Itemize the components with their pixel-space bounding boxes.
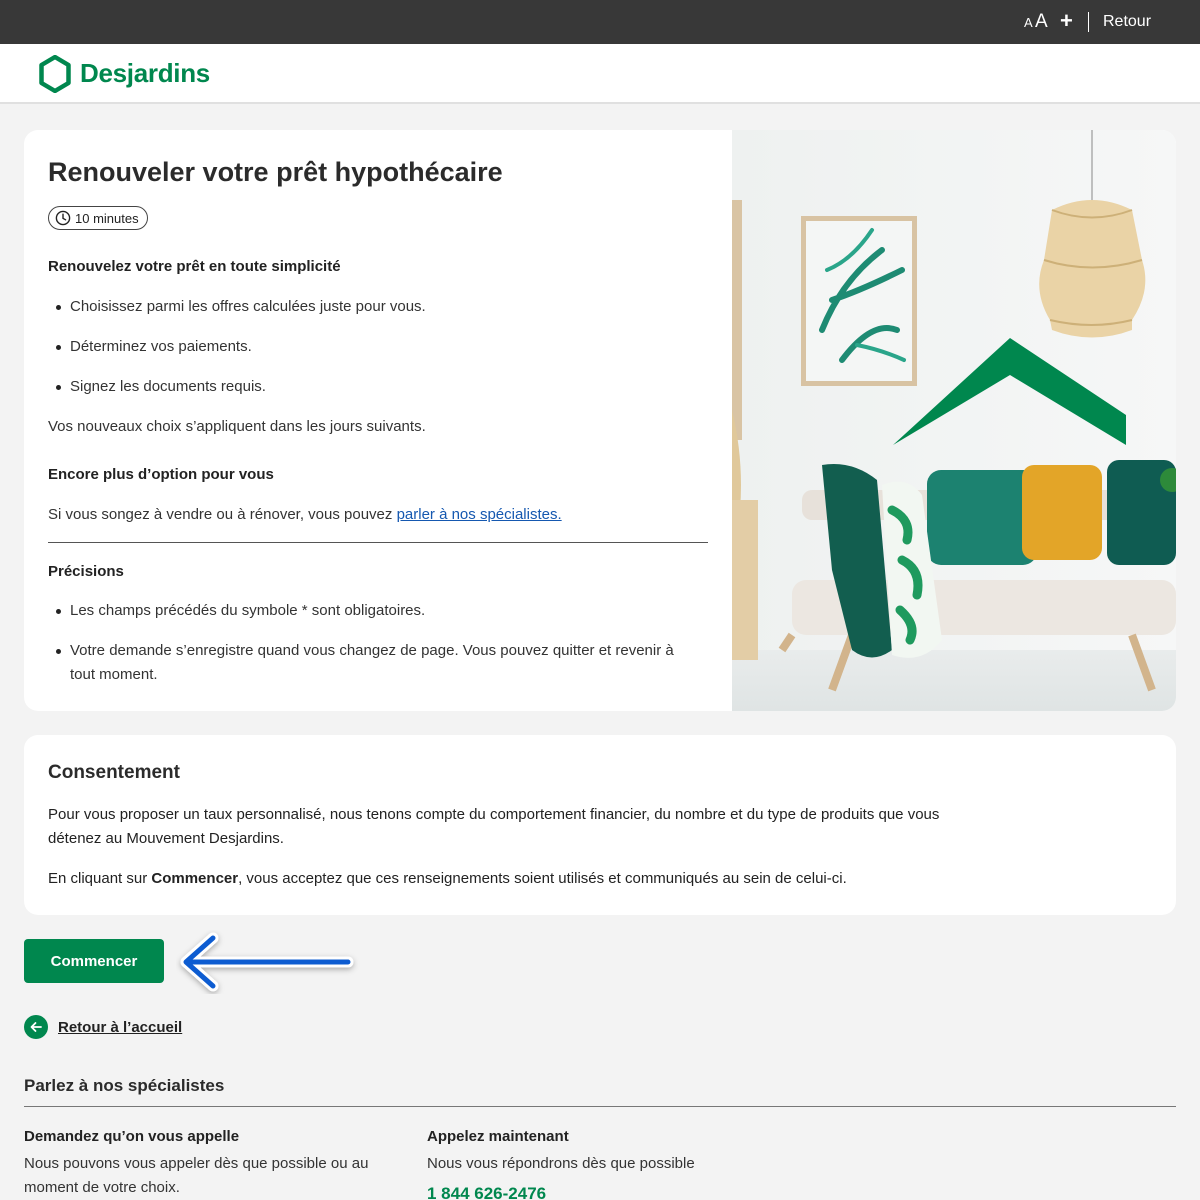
back-home-label[interactable]: Retour à l’accueil [58,1019,182,1036]
duration-text: 10 minutes [75,210,139,226]
call-now-text: Nous vous répondrons dès que possible [427,1155,695,1172]
brand-logo[interactable]: Desjardins [80,58,210,89]
specialists-title: Parlez à nos spécialistes [24,1076,225,1095]
site-header: Desjardins [0,44,1200,104]
living-room-illustration [732,130,1176,711]
section-heading-options: Encore plus d’option pour vous [48,466,274,483]
call-now-title: Appelez maintenant [427,1128,569,1145]
list-item: Signez les documents requis. [56,375,266,399]
phone-link[interactable]: 1 844 626-2476 [427,1184,546,1200]
consent-title: Consentement [48,762,180,783]
options-text: Si vous songez à vendre ou à rénover, vo… [48,503,562,527]
consent-text-before: En cliquant sur [48,870,152,887]
callback-title: Demandez qu’on vous appelle [24,1128,240,1145]
note-text: Vos nouveaux choix s’appliquent dans les… [48,418,426,435]
plus-icon[interactable]: + [1060,8,1073,34]
list-item: Votre demande s’enregistre quand vous ch… [56,639,690,687]
utility-bar: A A + Retour [0,0,1200,44]
consent-text-after: , vous acceptez que ces renseignements s… [238,870,847,887]
list-item: Les champs précédés du symbole * sont ob… [56,599,690,623]
decrease-font-button[interactable]: A [1024,15,1033,30]
topbar-divider [1088,12,1089,32]
callback-text: Nous pouvons vous appeler dès que possib… [24,1155,369,1196]
arrow-left-icon [24,1015,48,1039]
retour-link[interactable]: Retour [1103,13,1151,31]
specialists-link[interactable]: parler à nos spécialistes. [397,506,562,523]
consent-text-bold: Commencer [151,870,239,887]
list-item: Choisissez parmi les offres calculées ju… [56,295,426,319]
callout-arrow-icon [180,932,354,992]
consent-acceptance-text: En cliquant sur Commencer, vous acceptez… [48,867,847,891]
section-heading-precisions: Précisions [48,563,124,580]
duration-badge: 10 minutes [48,206,148,230]
start-button[interactable]: Commencer [24,939,164,983]
consent-paragraph: Pour vous proposer un taux personnalisé,… [48,806,940,847]
clock-icon [55,210,71,226]
options-text-prefix: Si vous songez à vendre ou à rénover, vo… [48,506,397,523]
increase-font-button[interactable]: A [1035,11,1048,33]
list-item: Déterminez vos paiements. [56,335,252,359]
specialists-divider [24,1106,1176,1107]
intro-card: Renouveler votre prêt hypothécaire 10 mi… [24,130,1176,711]
back-home-link[interactable]: Retour à l’accueil [24,1015,182,1039]
section-divider [48,542,708,543]
desjardins-hexagon-icon[interactable] [39,55,71,93]
page-title: Renouveler votre prêt hypothécaire [48,157,503,187]
consent-card: Consentement Pour vous proposer un taux … [24,735,1176,915]
section-heading-simplicity: Renouvelez votre prêt en toute simplicit… [48,258,341,275]
